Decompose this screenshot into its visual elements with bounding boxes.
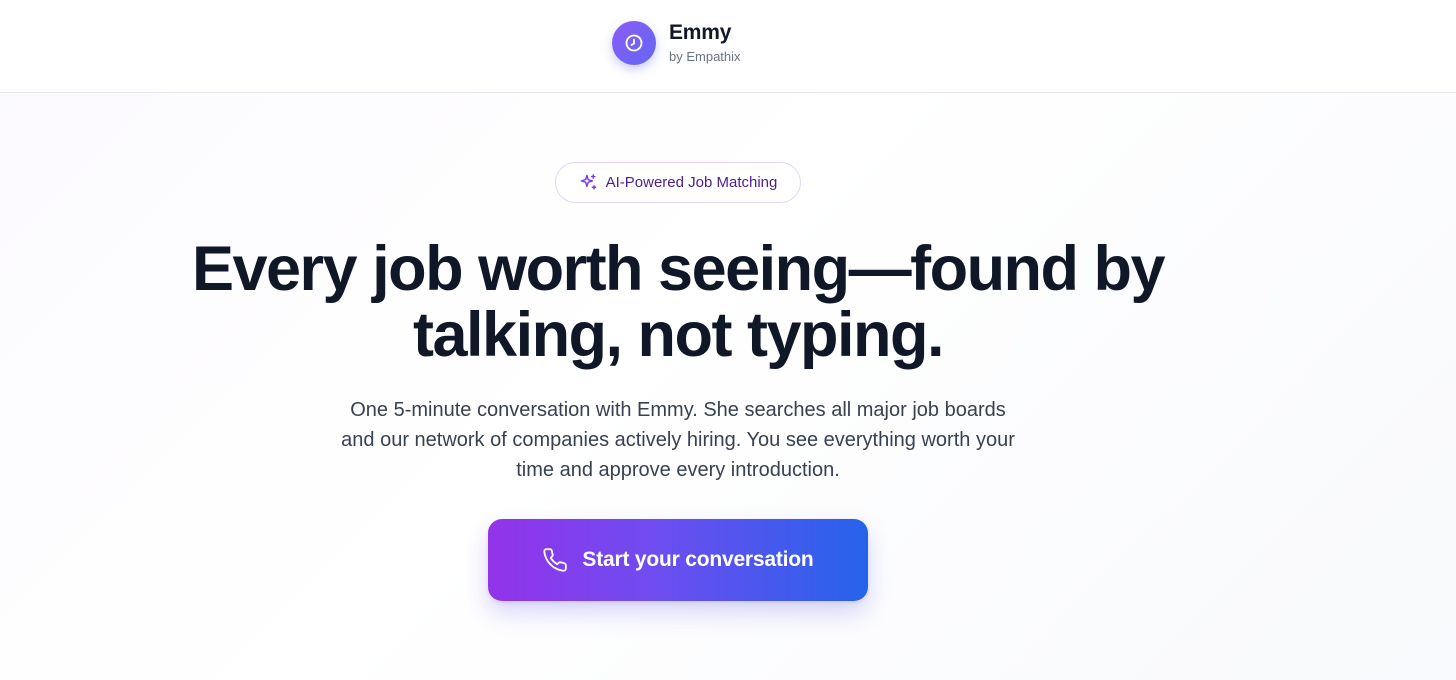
brand-subtitle: by Empathix	[669, 49, 741, 64]
description-line: and our network of companies actively hi…	[341, 429, 1015, 451]
brand-name: Emmy	[669, 21, 732, 44]
description-line: One 5-minute conversation with Emmy. She…	[350, 399, 1006, 421]
sparkles-icon	[580, 174, 596, 190]
cta-label: Start your conversation	[582, 548, 814, 571]
top-header: Emmy by Empathix	[0, 0, 1456, 93]
hero-headline: Every job worth seeing—found by talking,…	[0, 236, 1356, 368]
description-line: time and approve every introduction.	[516, 459, 840, 481]
headline-line: Every job worth seeing—found by	[191, 234, 1166, 304]
badge-label: AI-Powered Job Matching	[605, 174, 778, 191]
brand-logo	[612, 20, 656, 65]
brand-text: Emmy by Empathix	[669, 20, 741, 65]
start-conversation-button[interactable]: Start your conversation	[488, 519, 868, 601]
clock-face-icon	[625, 34, 643, 51]
headline-line: talking, not typing.	[413, 300, 944, 370]
brand-lockup[interactable]: Emmy by Empathix	[612, 20, 741, 65]
phone-icon	[543, 548, 568, 572]
hero-description: One 5-minute conversation with Emmy. She…	[298, 395, 1058, 485]
feature-badge: AI-Powered Job Matching	[555, 162, 801, 203]
